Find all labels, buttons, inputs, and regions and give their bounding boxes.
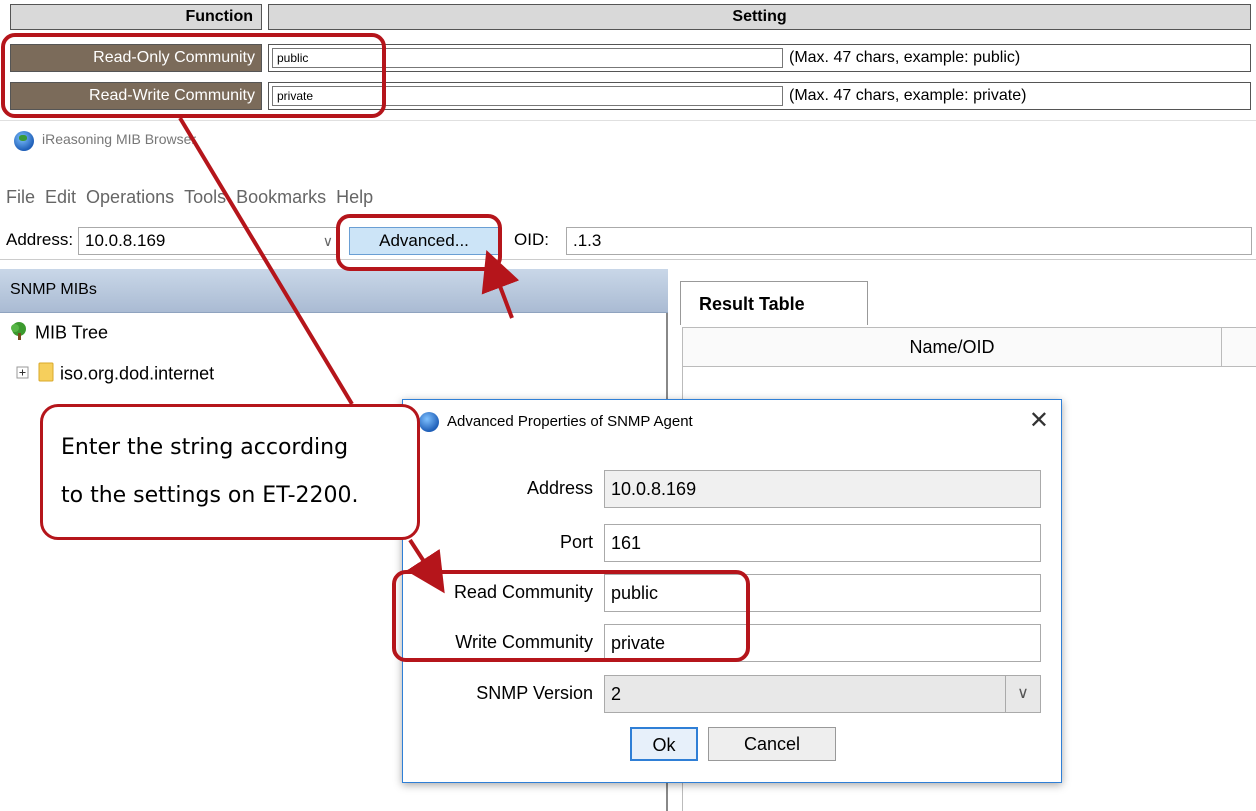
cancel-button[interactable]: Cancel — [708, 727, 836, 761]
toolbar: Address: 10.0.8.169 ∨ Advanced... OID: .… — [0, 224, 1256, 260]
column-header-extra[interactable] — [1221, 327, 1256, 367]
address-label: Address: — [6, 230, 74, 249]
app-title: iReasoning MIB Browser — [42, 131, 197, 147]
dialog-title: Advanced Properties of SNMP Agent — [447, 413, 693, 430]
menu-bar: File Edit Operations Tools Bookmarks Help — [0, 187, 377, 213]
menu-edit[interactable]: Edit — [45, 187, 76, 208]
highlight-advanced-button — [336, 214, 502, 271]
setting-column-header: Setting — [268, 4, 1251, 30]
tree-item-iso-org-dod-internet[interactable]: iso.org.dod.internet — [16, 361, 214, 388]
folder-icon — [35, 361, 55, 388]
snmp-version-value: 2 — [611, 684, 622, 704]
annotation-callout: Enter the string according to the settin… — [40, 404, 420, 540]
menu-bookmarks[interactable]: Bookmarks — [236, 187, 326, 208]
menu-operations[interactable]: Operations — [86, 187, 174, 208]
snmp-mibs-header: SNMP MIBs — [0, 269, 668, 313]
callout-line-2: to the settings on ET-2200. — [61, 483, 359, 508]
highlight-settings-community — [1, 33, 386, 118]
port-field[interactable]: 161 — [604, 524, 1041, 562]
dialog-address-field[interactable]: 10.0.8.169 — [604, 470, 1041, 508]
address-field-label: Address — [526, 478, 593, 498]
callout-line-1: Enter the string according — [61, 435, 349, 460]
snmp-version-select[interactable]: 2 ∨ — [604, 675, 1041, 713]
tree-icon — [8, 321, 30, 346]
port-field-label: Port — [559, 532, 593, 552]
menu-help[interactable]: Help — [336, 187, 373, 208]
tab-result-table[interactable]: Result Table — [680, 281, 868, 325]
tree-child-label: iso.org.dod.internet — [60, 363, 215, 384]
function-column-header: Function — [10, 4, 262, 30]
app-globe-icon — [14, 131, 34, 151]
chevron-down-icon[interactable]: ∨ — [323, 228, 333, 254]
read-write-community-cell: private (Max. 47 chars, example: private… — [268, 82, 1251, 110]
column-header-name-oid[interactable]: Name/OID — [682, 327, 1222, 367]
address-value: 10.0.8.169 — [85, 231, 166, 250]
snmp-version-label: SNMP Version — [476, 683, 593, 703]
chevron-down-icon[interactable]: ∨ — [1005, 676, 1040, 712]
menu-tools[interactable]: Tools — [184, 187, 226, 208]
read-only-community-cell: public (Max. 47 chars, example: public) — [268, 44, 1251, 72]
oid-label: OID: — [514, 230, 549, 249]
ok-button[interactable]: Ok — [630, 727, 698, 761]
read-only-community-hint: (Max. 47 chars, example: public) — [789, 49, 1021, 66]
tree-root-label: MIB Tree — [35, 322, 109, 343]
oid-input[interactable]: .1.3 — [566, 227, 1252, 255]
highlight-dialog-community — [392, 570, 750, 662]
close-icon[interactable]: ✕ — [1029, 406, 1049, 435]
menu-file[interactable]: File — [6, 187, 35, 208]
tree-item-mib-tree[interactable]: MIB Tree — [8, 321, 108, 346]
expand-plus-icon[interactable] — [16, 364, 30, 385]
read-write-community-hint: (Max. 47 chars, example: private) — [789, 87, 1027, 104]
title-bar: iReasoning MIB Browser — [0, 121, 1256, 163]
address-combobox[interactable]: 10.0.8.169 ∨ — [78, 227, 340, 255]
